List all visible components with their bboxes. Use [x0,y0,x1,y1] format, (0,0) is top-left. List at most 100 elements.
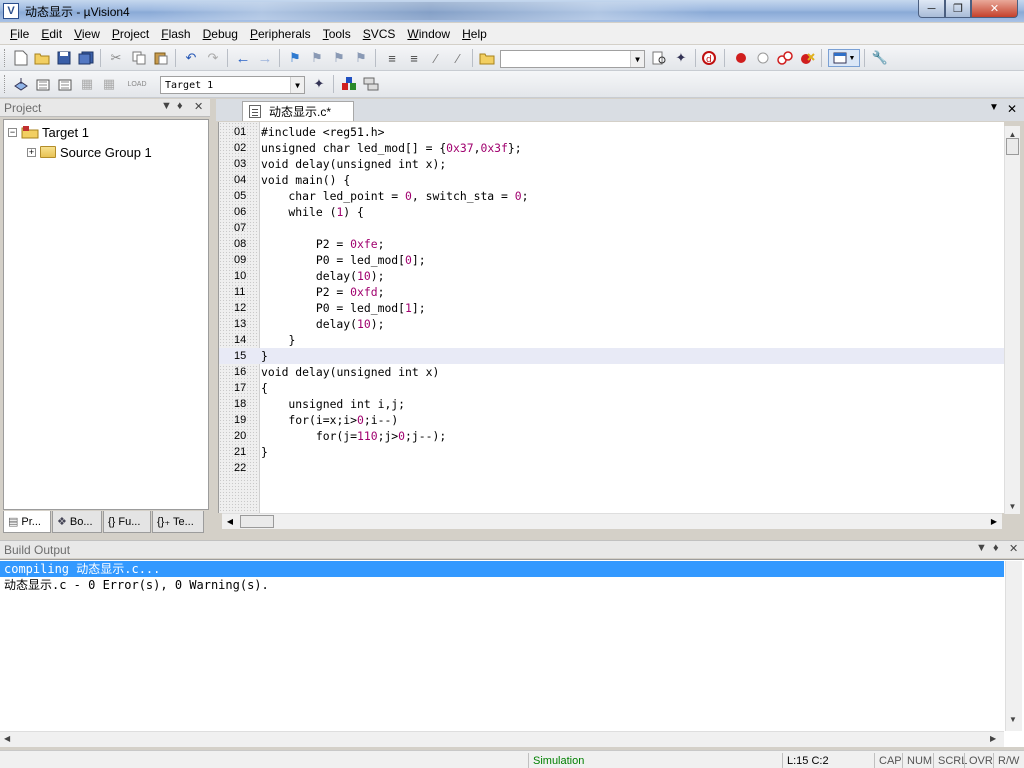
stop-build-icon[interactable]: ▦ [100,75,118,93]
minimize-button[interactable]: ─ [918,0,945,18]
navigate-back-icon[interactable]: ← [234,49,252,67]
code-text[interactable]: void delay(unsigned int x) [261,364,439,380]
code-text[interactable]: void delay(unsigned int x); [261,156,446,172]
previous-bookmark-icon[interactable]: ⚑ [308,49,326,67]
code-text[interactable]: { [261,380,268,396]
incremental-find-icon[interactable] [650,49,668,67]
code-line[interactable]: 01 #include <reg51.h> [219,124,1004,140]
start-debug-icon[interactable]: d [701,49,719,67]
menu-flash[interactable]: Flash [155,27,196,41]
comment-icon[interactable]: ⁄ [427,49,445,67]
code-text[interactable]: P2 = 0xfe; [261,236,385,252]
code-text[interactable]: unsigned int i,j; [261,396,405,412]
maximize-button[interactable]: ❐ [945,0,971,18]
find-icon[interactable]: ✦ [672,49,690,67]
translate-icon[interactable] [12,75,30,93]
menu-tools[interactable]: Tools [317,27,357,41]
code-line[interactable]: 12 P0 = led_mod[1]; [219,300,1004,316]
output-horizontal-scrollbar[interactable]: ◀ ▶ [0,731,1004,747]
code-text[interactable]: } [261,444,268,460]
code-line[interactable]: 07 [219,220,1004,236]
code-line[interactable]: 11 P2 = 0xfd; [219,284,1004,300]
code-text[interactable]: #include <reg51.h> [261,124,384,140]
scroll-thumb[interactable] [1006,138,1019,155]
close-tab-icon[interactable]: ✕ [1007,102,1017,116]
code-line[interactable]: 15} [219,348,1004,364]
panel-menu-icon[interactable]: ▼ [976,542,987,554]
target-options-icon[interactable]: ✦ [310,75,328,93]
tab-functions[interactable]: {} Fu... [103,511,151,533]
build-output-line[interactable]: 动态显示.c - 0 Error(s), 0 Warning(s). [0,577,269,593]
tab-templates[interactable]: {}₊ Te... [152,511,204,533]
kill-all-breakpoints-icon[interactable] [798,49,816,67]
scroll-down-icon[interactable]: ▼ [1009,715,1017,724]
code-line[interactable]: 10 delay(10); [219,268,1004,284]
code-line[interactable]: 22 [219,460,1004,476]
expand-icon[interactable]: + [27,147,36,157]
chevron-down-icon[interactable]: ▼ [630,51,644,67]
menu-svcs[interactable]: SVCS [357,27,402,41]
code-text[interactable]: } [261,332,295,348]
build-icon[interactable] [34,75,52,93]
code-text[interactable]: delay(10); [261,316,385,332]
code-editor[interactable]: 01 #include <reg51.h> 02 unsigned char led_… [218,122,1004,513]
code-line[interactable]: 04 void main() { [219,172,1004,188]
target-select[interactable]: Target 1 ▼ [160,76,305,94]
tree-item-source-group[interactable]: + Source Group 1 [27,143,152,161]
tab-books[interactable]: ❖ Bo... [52,511,102,533]
toolbar-grip[interactable] [4,75,7,93]
uncomment-icon[interactable]: ⁄ [449,49,467,67]
code-text[interactable]: unsigned char led_mod[] = {0x37,0x3f}; [261,140,522,156]
insert-bookmark-icon[interactable]: ⚑ [286,49,304,67]
code-text[interactable]: } [261,348,268,364]
code-line[interactable]: 02 unsigned char led_mod[] = {0x37,0x3f}; [219,140,1004,156]
scroll-left-icon[interactable]: ◀ [4,734,10,743]
code-text[interactable]: while (1) { [261,204,363,220]
code-text[interactable]: for(i=x;i>0;i--) [261,412,398,428]
download-icon[interactable]: LOAD [126,75,148,93]
code-line[interactable]: 21} [219,444,1004,460]
code-line[interactable]: 19 for(i=x;i>0;i--) [219,412,1004,428]
find-combo[interactable]: ▼ [500,50,645,68]
code-text[interactable]: P2 = 0xfd; [261,284,385,300]
unindent-icon[interactable]: ≡ [405,49,423,67]
code-line[interactable]: 05 char led_point = 0, switch_sta = 0; [219,188,1004,204]
tab-list-icon[interactable]: ▼ [989,102,999,113]
save-all-icon[interactable] [77,49,95,67]
menu-view[interactable]: View [68,27,106,41]
scroll-right-icon[interactable]: ▶ [986,514,1002,529]
insert-breakpoint-icon[interactable] [732,49,750,67]
menu-edit[interactable]: Edit [35,27,68,41]
next-bookmark-icon[interactable]: ⚑ [330,49,348,67]
scroll-down-icon[interactable]: ▼ [1005,498,1020,514]
build-output-line[interactable]: compiling 动态显示.c... [0,561,1004,577]
paste-icon[interactable] [152,49,170,67]
code-line[interactable]: 17 { [219,380,1004,396]
rebuild-icon[interactable] [56,75,74,93]
scroll-thumb[interactable] [240,515,274,528]
scroll-left-icon[interactable]: ◀ [222,514,238,529]
redo-icon[interactable]: ↷ [204,49,222,67]
code-line[interactable]: 14 } [219,332,1004,348]
editor-vertical-scrollbar[interactable]: ▲ ▼ [1004,126,1020,514]
code-line[interactable]: 06 while (1) { [219,204,1004,220]
window-layout-button[interactable]: ▼ [828,49,860,67]
manage-components-icon[interactable] [340,75,358,93]
chevron-down-icon[interactable]: ▼ [290,77,304,93]
indent-icon[interactable]: ≡ [383,49,401,67]
scroll-right-icon[interactable]: ▶ [990,734,996,743]
toolbar-grip[interactable] [4,49,7,67]
tree-item-target[interactable]: − Target 1 [8,123,89,141]
code-text[interactable]: void main() { [261,172,350,188]
close-icon[interactable]: ✕ [194,100,203,113]
code-line[interactable]: 03 void delay(unsigned int x); [219,156,1004,172]
code-text[interactable]: char led_point = 0, switch_sta = 0; [261,188,528,204]
code-text[interactable]: P0 = led_mod[0]; [261,252,426,268]
tab-project[interactable]: ▤ Pr... [3,511,51,533]
menu-help[interactable]: Help [456,27,493,41]
cut-icon[interactable]: ✂ [107,49,125,67]
code-text[interactable]: P0 = led_mod[1]; [261,300,426,316]
new-file-icon[interactable] [12,49,30,67]
batch-build-icon[interactable]: ▦ [78,75,96,93]
code-line[interactable]: 08 P2 = 0xfe; [219,236,1004,252]
